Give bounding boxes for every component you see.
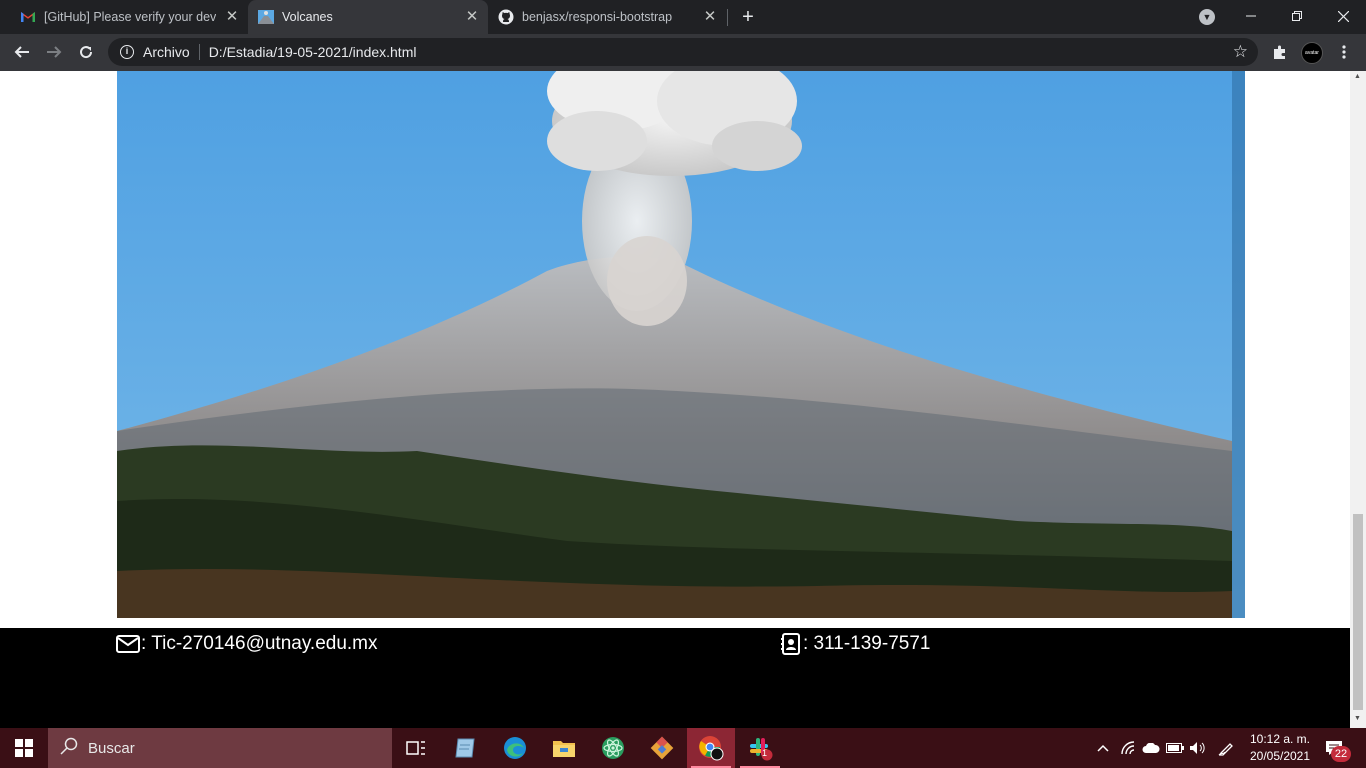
file-explorer-icon[interactable] (540, 728, 588, 768)
chrome-browser-icon[interactable] (687, 728, 735, 768)
github-icon (498, 9, 514, 25)
profile-avatar[interactable]: avatar (1301, 42, 1323, 64)
envelope-icon (116, 635, 140, 653)
close-tab-icon[interactable]: ✕ (702, 9, 718, 25)
tab-title: Volcanes (282, 10, 333, 24)
security-label: Archivo (143, 44, 190, 60)
task-view-icon[interactable] (392, 728, 440, 768)
gmail-icon (20, 9, 36, 25)
phone-text: : 311-139-7571 (803, 633, 931, 654)
volcano-hero-image (117, 71, 1245, 618)
clock-time: 10:12 a. m. (1249, 732, 1311, 746)
page-scrollbar[interactable]: ▲ ▼ (1350, 71, 1366, 728)
volcano-icon (258, 9, 274, 25)
scrollbar-thumb[interactable] (1353, 514, 1363, 710)
clock-date: 20/05/2021 (1249, 749, 1311, 763)
page-footer: : Tic-270146@utnay.edu.mx : 311-139-7571 (0, 628, 1350, 728)
separator (198, 44, 200, 60)
address-bar[interactable]: i Archivo D:/Estadia/19-05-2021/index.ht… (108, 38, 1258, 66)
tab-volcanes[interactable]: Volcanes ✕ (248, 0, 488, 34)
notepad-app-icon[interactable] (441, 728, 489, 768)
show-hidden-icons-chevron-icon[interactable] (1093, 728, 1113, 768)
page-viewport: : Tic-270146@utnay.edu.mx : 311-139-7571 (0, 71, 1350, 728)
browser-toolbar: i Archivo D:/Estadia/19-05-2021/index.ht… (0, 34, 1366, 71)
new-tab-button[interactable]: + (737, 6, 759, 28)
git-client-icon[interactable] (638, 728, 686, 768)
tab-github-repo[interactable]: benjasx/responsi-bootstrap ✕ (488, 0, 726, 34)
scroll-up-icon[interactable]: ▲ (1354, 73, 1361, 80)
window-controls (1228, 0, 1366, 32)
footer-phone: : 311-139-7571 (780, 633, 930, 655)
tab-title: [GitHub] Please verify your device (44, 10, 216, 24)
menu-kebab-icon[interactable] (1330, 38, 1358, 66)
back-icon[interactable] (8, 38, 36, 66)
search-placeholder: Buscar (88, 739, 135, 757)
forward-icon[interactable] (40, 38, 68, 66)
email-text: : Tic-270146@utnay.edu.mx (141, 633, 378, 654)
taskbar-clock[interactable]: 10:12 a. m. 20/05/2021 (1240, 731, 1320, 765)
bookmark-star-icon[interactable]: ☆ (1233, 43, 1248, 61)
pen-ink-icon[interactable] (1214, 728, 1238, 768)
tab-search-icon[interactable]: ▼ (1199, 9, 1215, 25)
url-text[interactable]: D:/Estadia/19-05-2021/index.html (209, 44, 417, 60)
footer-email: : Tic-270146@utnay.edu.mx (116, 633, 378, 655)
reload-icon[interactable] (72, 38, 100, 66)
volume-icon[interactable] (1187, 728, 1209, 768)
close-window-button[interactable] (1320, 0, 1366, 32)
minimize-button[interactable] (1228, 0, 1274, 32)
contact-book-icon (781, 633, 800, 655)
tab-title: benjasx/responsi-bootstrap (522, 10, 673, 24)
windows-start-icon[interactable] (0, 728, 48, 768)
close-tab-icon[interactable]: ✕ (224, 9, 240, 25)
info-icon[interactable]: i (120, 45, 134, 59)
tab-strip: [GitHub] Please verify your device ✕ Vol… (0, 0, 1366, 34)
taskbar-search-box[interactable]: Buscar (48, 728, 392, 768)
network-icon[interactable] (1117, 728, 1139, 768)
close-tab-icon[interactable]: ✕ (464, 9, 480, 25)
tab-separator (727, 9, 728, 26)
atom-editor-icon[interactable] (589, 728, 637, 768)
slack-badge: 1 (762, 748, 768, 758)
tab-github-verify[interactable]: [GitHub] Please verify your device ✕ (0, 0, 248, 34)
notification-count-badge: 22 (1331, 746, 1351, 762)
battery-icon[interactable] (1164, 728, 1186, 768)
search-icon (60, 737, 78, 759)
extensions-puzzle-icon[interactable] (1266, 38, 1294, 66)
edge-browser-icon[interactable] (491, 728, 539, 768)
onedrive-cloud-icon[interactable] (1140, 728, 1162, 768)
windows-taskbar: Buscar 1 10:12 a. m. 20/05/2021 (0, 728, 1366, 768)
slack-app-icon[interactable]: 1 (736, 728, 784, 768)
scroll-down-icon[interactable]: ▼ (1354, 715, 1361, 722)
restore-button[interactable] (1274, 0, 1320, 32)
